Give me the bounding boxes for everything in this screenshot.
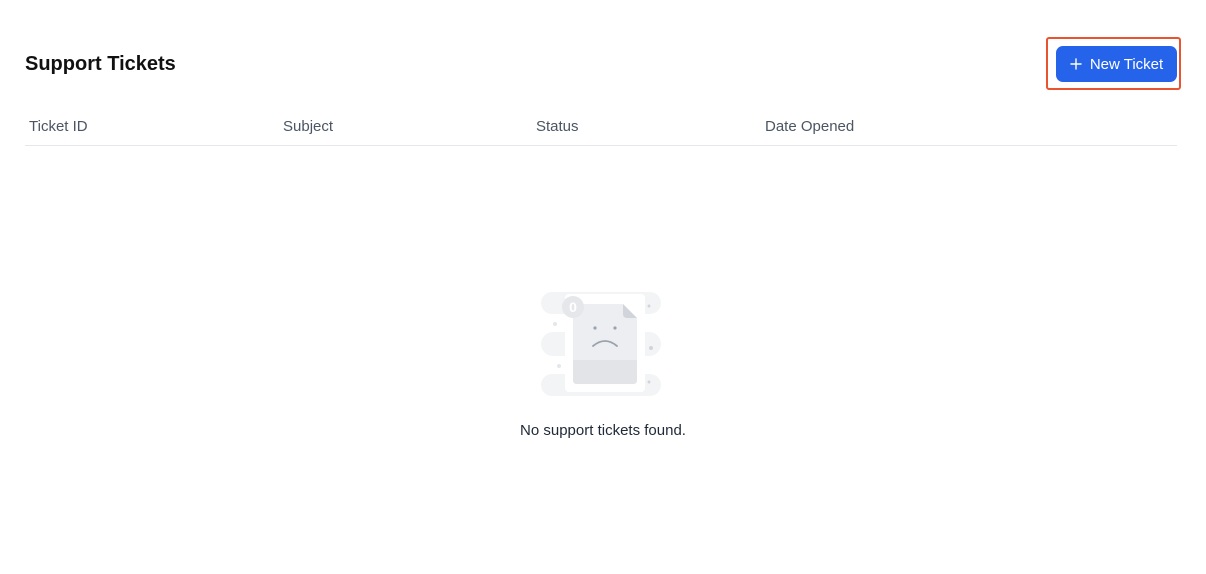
new-ticket-button[interactable]: New Ticket	[1056, 46, 1177, 82]
tickets-table-header: Ticket ID Subject Status Date Opened	[25, 110, 1177, 146]
column-header-status[interactable]: Status	[536, 118, 579, 136]
column-header-date-opened[interactable]: Date Opened	[765, 118, 854, 136]
empty-count-badge: 0	[569, 299, 577, 315]
page-title: Support Tickets	[25, 53, 176, 75]
column-header-ticket-id[interactable]: Ticket ID	[29, 118, 88, 136]
empty-state-message: No support tickets found.	[520, 422, 686, 439]
support-tickets-page: Support Tickets New Ticket Ticket ID Sub…	[0, 0, 1206, 574]
sad-document-icon: 0	[537, 288, 665, 400]
column-header-subject[interactable]: Subject	[283, 118, 333, 136]
plus-icon	[1070, 58, 1082, 70]
new-ticket-label: New Ticket	[1089, 55, 1164, 73]
